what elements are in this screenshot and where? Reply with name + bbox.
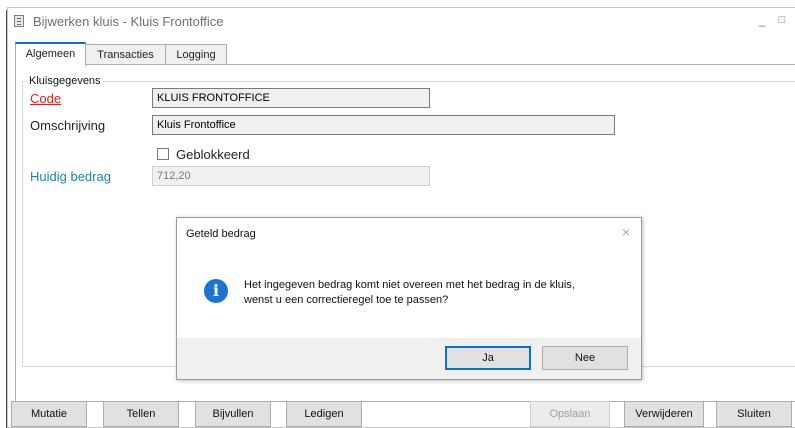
nee-button[interactable]: Nee [542,346,628,370]
window-title: Bijwerken kluis - Kluis Frontoffice [33,14,224,29]
tab-algemeen[interactable]: Algemeen [15,42,86,66]
geblokkeerd-label[interactable]: Geblokkeerd [176,147,250,162]
tab-logging[interactable]: Logging [165,44,227,65]
tellen-button[interactable]: Tellen [103,401,179,427]
ledigen-button[interactable]: Ledigen [286,401,362,427]
dialog-close-icon[interactable]: × [622,224,630,240]
group-title: Kluisgegevens [27,75,103,87]
minimize-button[interactable]: _ [754,12,770,28]
bijvullen-button[interactable]: Bijvullen [195,401,271,427]
ja-button[interactable]: Ja [445,346,531,370]
dialog-message-line-2: wenst u een correctieregel toe te passen… [244,294,449,306]
huidig-bedrag-field: 712,20 [152,166,430,186]
info-icon: i [204,279,228,303]
dialog-message-line-1: Het ingegeven bedrag komt niet overeen m… [244,279,575,291]
huidig-bedrag-label: Huidig bedrag [30,169,111,184]
omschrijving-label: Omschrijving [30,118,106,133]
form-icon [14,15,24,27]
dialog-footer: Ja Nee [177,338,641,379]
dialog-title: Geteld bedrag [186,228,256,240]
mutatie-button[interactable]: Mutatie [11,401,87,427]
bottom-button-bar: Mutatie Tellen Bijvullen Ledigen Opslaan… [0,400,795,428]
code-field[interactable]: KLUIS FRONTOFFICE [152,88,430,108]
omschrijving-field[interactable]: Kluis Frontoffice [152,115,615,135]
code-label: Code [30,91,62,106]
title-bar[interactable]: Bijwerken kluis - Kluis Frontoffice _ □ … [8,8,795,35]
sluiten-button[interactable]: Sluiten [716,401,792,427]
maximize-button[interactable]: □ [774,12,790,28]
tab-transacties[interactable]: Transacties [85,44,166,65]
dialog-message: Het ingegeven bedrag komt niet overeen m… [244,278,624,308]
opslaan-button[interactable]: Opslaan [530,401,610,427]
geteld-bedrag-dialog: Geteld bedrag × i Het ingegeven bedrag k… [176,217,642,380]
geblokkeerd-checkbox[interactable] [157,148,169,160]
verwijderen-button[interactable]: Verwijderen [624,401,704,427]
